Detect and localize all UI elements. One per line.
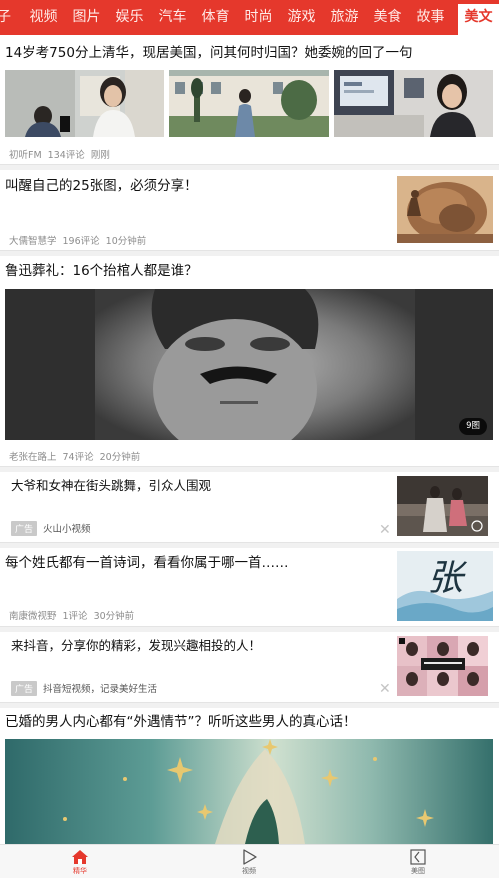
article-source: 初听FM (9, 150, 42, 161)
ad-thumbnail[interactable] (397, 636, 488, 696)
feed-divider (0, 466, 499, 472)
article-thumbnail[interactable] (5, 70, 164, 137)
publish-time: 10分钟前 (105, 236, 147, 247)
home-icon (72, 850, 88, 864)
article-large-image[interactable] (5, 739, 493, 844)
feed-divider (0, 250, 499, 256)
publish-time: 20分钟前 (99, 452, 141, 463)
article-title[interactable]: 14岁考750分上清华，现居美国，问其何时归国？她委婉的回了一句 (5, 44, 412, 62)
article-meta: 大儒智慧学 196评论 10分钟前 (9, 233, 152, 247)
ad-title[interactable]: 大爷和女神在街头跳舞，引众人围观 (11, 477, 211, 495)
comment-count: 1评论 (62, 611, 88, 622)
article-source: 大儒智慧学 (9, 236, 57, 247)
article-title[interactable]: 鲁迅葬礼：16个抬棺人都是谁？ (5, 262, 198, 280)
tab-sports[interactable]: 体育 (197, 0, 234, 35)
tab-stories[interactable]: 故事 (412, 0, 449, 35)
ad-source: 火山小视频 (43, 524, 91, 535)
article-meta: 初听FM 134评论 刚刚 (9, 147, 116, 161)
article-title[interactable]: 已婚的男人内心都有“外遇情节”？听听这些男人的真心话！ (5, 713, 357, 731)
bottom-tab-label: 视频 (242, 867, 256, 875)
close-icon[interactable]: ✕ (379, 523, 391, 537)
thumbnail-calligraphy: 张 (426, 558, 463, 599)
article-meta: 老张在路上 74评论 20分钟前 (9, 449, 146, 463)
tab-fashion[interactable]: 时尚 (240, 0, 277, 35)
bottom-tab-label: 美图 (411, 867, 425, 875)
ad-source: 抖音短视频，记录美好生活 (43, 684, 158, 695)
article-thumbnail[interactable] (397, 176, 493, 243)
tab-essays-label: 美文 (464, 9, 493, 25)
publish-time: 30分钟前 (93, 611, 135, 622)
bottom-tab-bar: 精华 视频 美图 (0, 844, 499, 878)
ad-thumbnail[interactable] (397, 476, 488, 536)
play-icon (243, 849, 257, 865)
article-thumbnail[interactable]: 张 (397, 551, 493, 621)
bottom-tab-label: 精华 (73, 867, 87, 875)
comment-count: 134评论 (47, 150, 85, 161)
bottom-tab-video[interactable]: 视频 (219, 849, 279, 876)
article-source: 南康微视野 (9, 611, 57, 622)
feed-divider (0, 626, 499, 632)
article-large-image[interactable]: 9图 (5, 289, 493, 440)
article-title[interactable]: 叫醒自己的25张图，必须分享！ (5, 177, 198, 195)
ad-meta: 广告 抖音短视频，记录美好生活 (11, 681, 163, 696)
comment-count: 196评论 (62, 236, 100, 247)
close-icon[interactable]: ✕ (379, 682, 391, 696)
ad-title[interactable]: 来抖音，分享你的精彩，发现兴趣相投的人！ (11, 637, 261, 655)
publish-time: 刚刚 (90, 150, 110, 161)
bottom-tab-home[interactable]: 精华 (50, 849, 110, 876)
bottom-tab-pictures[interactable]: 美图 (388, 849, 448, 876)
tab-food[interactable]: 美食 (369, 0, 406, 35)
image-count-badge: 9图 (459, 418, 487, 435)
tab-games[interactable]: 游戏 (283, 0, 320, 35)
feed-divider (0, 164, 499, 170)
picture-icon (410, 849, 426, 865)
tab-travel[interactable]: 旅游 (326, 0, 363, 35)
article-thumbnail[interactable] (169, 70, 329, 137)
feed-divider (0, 542, 499, 548)
tab-pictures[interactable]: 图片 (68, 0, 105, 35)
tab-video[interactable]: 视频 (25, 0, 62, 35)
article-meta: 南康微视野 1评论 30分钟前 (9, 608, 140, 622)
tab-entertainment[interactable]: 娱乐 (111, 0, 148, 35)
article-title[interactable]: 每个姓氏都有一首诗词，看看你属于哪一首…… (5, 554, 289, 572)
tab-partial[interactable]: 子 (0, 0, 11, 35)
article-source: 老张在路上 (9, 452, 57, 463)
tab-essays-active[interactable]: 美文 (458, 4, 499, 35)
category-tab-bar: 子 视频 图片 娱乐 汽车 体育 时尚 游戏 旅游 美食 故事 美文 (0, 0, 499, 35)
ad-badge: 广告 (11, 521, 38, 536)
tab-auto[interactable]: 汽车 (154, 0, 191, 35)
ad-meta: 广告 火山小视频 (11, 521, 97, 536)
ad-badge: 广告 (11, 681, 38, 696)
comment-count: 74评论 (62, 452, 94, 463)
feed-divider (0, 702, 499, 708)
article-thumbnail[interactable] (334, 70, 493, 137)
